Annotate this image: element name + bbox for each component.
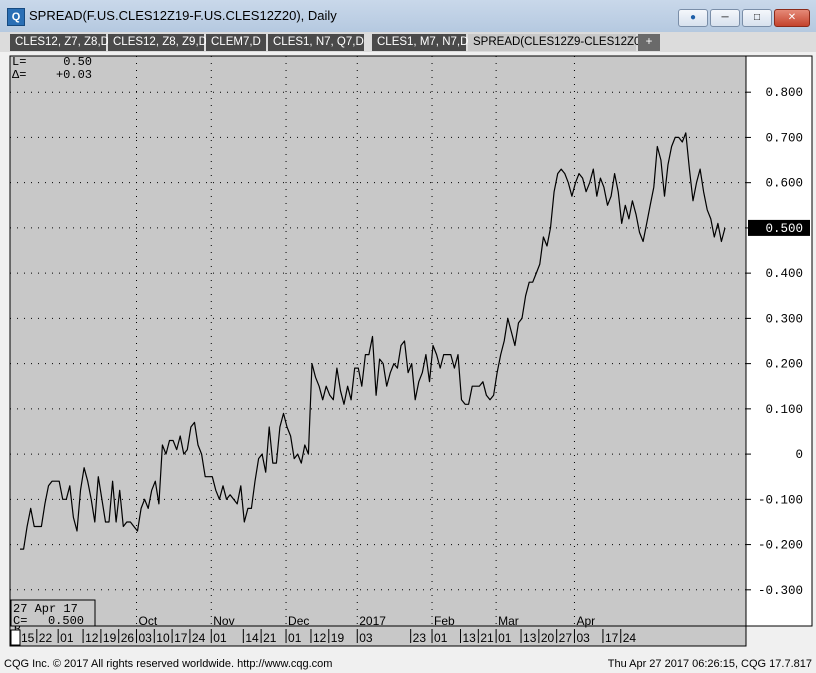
window-titlebar: Q SPREAD(F.US.CLES12Z19-F.US.CLES12Z20),…: [0, 0, 816, 33]
x-tick-label: 24: [623, 631, 637, 645]
y-tick-label: -0.300: [758, 584, 803, 598]
last-price-badge-label: 0.500: [765, 222, 803, 236]
change-label: Δ=: [12, 68, 26, 82]
x-tick-label: 17: [174, 631, 188, 645]
x-tick-label: 27: [559, 631, 573, 645]
tab-cles12-z7-z8[interactable]: CLES12, Z7, Z8,D: [10, 34, 109, 51]
status-bar: CQG Inc. © 2017 All rights reserved worl…: [0, 656, 816, 673]
y-tick-label: -0.100: [758, 493, 803, 507]
x-tick-label: 03: [576, 631, 590, 645]
x-tick-label: 19: [331, 631, 345, 645]
month-label: Apr: [576, 614, 595, 628]
x-tick-label: 19: [103, 631, 117, 645]
month-label: Oct: [139, 614, 158, 628]
minimize-button[interactable]: ─: [710, 9, 740, 27]
x-tick-label: 01: [60, 631, 74, 645]
time-axis-scroll-handle: [10, 629, 21, 646]
x-tick-label: 01: [498, 631, 512, 645]
month-label: 2017: [359, 614, 386, 628]
last-value: 0.50: [63, 55, 92, 69]
tab-cles12-z8-z9[interactable]: CLES12, Z8, Z9,D: [108, 34, 207, 51]
chart-area[interactable]: 0.8000.7000.6000.5000.4000.3000.2000.100…: [0, 52, 816, 656]
status-timestamp: Thu Apr 27 2017 06:26:15, CQG 17.7.817: [607, 658, 812, 670]
x-tick-label: 26: [121, 631, 135, 645]
change-value: +0.03: [56, 68, 92, 82]
link-dot-button[interactable]: ●: [678, 9, 708, 27]
tab-clem7[interactable]: CLEM7,D: [206, 34, 266, 51]
add-tab-button[interactable]: +: [638, 34, 660, 51]
y-tick-label: 0.800: [765, 86, 803, 100]
y-tick-label: 0.200: [765, 358, 803, 372]
y-tick-label: -0.200: [758, 539, 803, 553]
plot-frame: [9, 55, 747, 627]
x-tick-label: 22: [39, 631, 53, 645]
x-tick-label: 23: [413, 631, 427, 645]
y-tick-label: 0.400: [765, 267, 803, 281]
y-tick-label: 0.300: [765, 312, 803, 326]
tab-cles1-n7-q7[interactable]: CLES1, N7, Q7,D: [268, 34, 364, 51]
month-label: Feb: [434, 614, 455, 628]
x-tick-label: 01: [434, 631, 448, 645]
y-tick-label: 0.600: [765, 177, 803, 191]
x-tick-label: 21: [480, 631, 494, 645]
x-tick-label: 17: [605, 631, 619, 645]
chart-tab-strip: CLES12, Z7, Z8,D CLES12, Z8, Z9,D CLEM7,…: [0, 32, 816, 53]
x-tick-label: 10: [156, 631, 170, 645]
x-tick-label: 24: [192, 631, 206, 645]
month-label: Dec: [288, 614, 309, 628]
x-tick-label: 01: [213, 631, 227, 645]
x-tick-label: 12: [313, 631, 327, 645]
window-title: SPREAD(F.US.CLES12Z19-F.US.CLES12Z20), D…: [29, 8, 337, 23]
month-label: Mar: [498, 614, 519, 628]
restore-button[interactable]: □: [742, 9, 772, 27]
x-tick-label: 03: [359, 631, 373, 645]
cursor-close-value: 0.500: [48, 614, 84, 628]
y-tick-label: 0.100: [765, 403, 803, 417]
x-tick-label: 01: [288, 631, 302, 645]
cqg-app-icon[interactable]: Q: [7, 8, 25, 26]
month-label: Nov: [213, 614, 234, 628]
x-tick-label: 20: [541, 631, 555, 645]
x-tick-label: 13: [523, 631, 537, 645]
close-button[interactable]: ✕: [774, 9, 810, 27]
x-tick-label: 03: [139, 631, 153, 645]
x-tick-label: 12: [85, 631, 99, 645]
y-tick-label: 0: [795, 448, 803, 462]
copyright-text: CQG Inc. © 2017 All rights reserved worl…: [4, 658, 333, 670]
cursor-close-label: C=: [13, 614, 27, 628]
x-tick-label: 21: [263, 631, 277, 645]
y-tick-label: 0.700: [765, 131, 803, 145]
x-tick-label: 14: [245, 631, 259, 645]
tab-cles1-m7-n7[interactable]: CLES1, M7, N7,D: [372, 34, 468, 51]
x-tick-label: 15: [21, 631, 35, 645]
tab-spread-active[interactable]: SPREAD(CLES12Z9-CLES12Z0),D: [468, 34, 656, 51]
last-label: L=: [12, 55, 26, 69]
x-tick-label: 13: [463, 631, 477, 645]
